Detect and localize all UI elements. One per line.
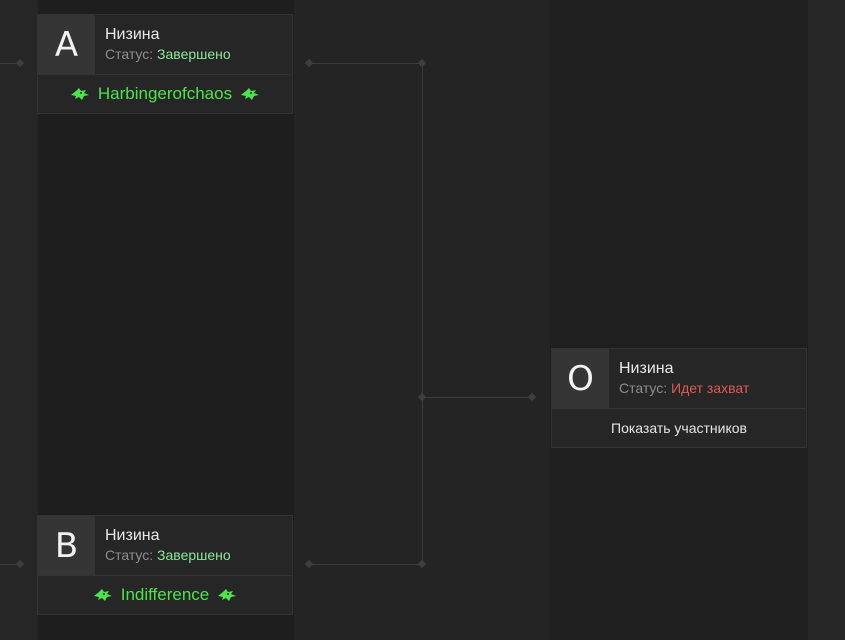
match-letter: B: [38, 516, 95, 575]
match-card-header: A Низина Статус: Завершено: [38, 15, 292, 75]
status-value: Завершено: [157, 547, 231, 563]
status-value: Завершено: [157, 46, 231, 62]
match-info: Низина Статус: Завершено: [95, 516, 231, 575]
match-status: Статус: Идет захват: [619, 379, 749, 397]
status-label: Статус:: [619, 380, 668, 396]
match-info: Низина Статус: Идет захват: [609, 349, 749, 408]
map-name: Низина: [619, 360, 674, 377]
dragon-head-icon: [70, 88, 89, 100]
status-value: Идет захват: [671, 380, 750, 396]
dragon-head-icon: [93, 589, 112, 601]
match-letter: A: [38, 15, 95, 74]
winner-row: Harbingerofchaos: [38, 75, 292, 113]
map-name: Низина: [105, 527, 160, 544]
match-card-header: B Низина Статус: Завершено: [38, 516, 292, 576]
show-participants-button[interactable]: Показать участников: [611, 420, 747, 436]
bracket-column-left-edge: [0, 0, 38, 640]
connector-line: [310, 63, 422, 64]
match-letter: O: [552, 349, 609, 408]
status-label: Статус:: [105, 46, 154, 62]
match-card-a[interactable]: A Низина Статус: Завершено Harbingerofch…: [37, 14, 293, 114]
match-info: Низина Статус: Завершено: [95, 15, 231, 74]
match-status: Статус: Завершено: [105, 546, 231, 564]
match-card-o[interactable]: O Низина Статус: Идет захват Показать уч…: [551, 348, 807, 448]
bracket-column-round-2: [550, 0, 808, 640]
match-status: Статус: Завершено: [105, 45, 231, 63]
dragon-head-icon: [218, 589, 237, 601]
winner-team-name[interactable]: Harbingerofchaos: [98, 84, 232, 104]
dragon-head-icon: [241, 88, 260, 100]
participants-row: Показать участников: [552, 409, 806, 447]
map-name: Низина: [105, 26, 160, 43]
match-card-b[interactable]: B Низина Статус: Завершено Indifference: [37, 515, 293, 615]
match-card-header: O Низина Статус: Идет захват: [552, 349, 806, 409]
connector-line: [425, 397, 531, 398]
connector-line: [310, 564, 422, 565]
bracket-view: A Низина Статус: Завершено Harbingerofch…: [0, 0, 845, 640]
winner-team-name[interactable]: Indifference: [121, 585, 210, 605]
bracket-column-right-edge: [808, 0, 845, 640]
status-label: Статус:: [105, 547, 154, 563]
connector-vertical: [422, 66, 423, 561]
winner-row: Indifference: [38, 576, 292, 614]
